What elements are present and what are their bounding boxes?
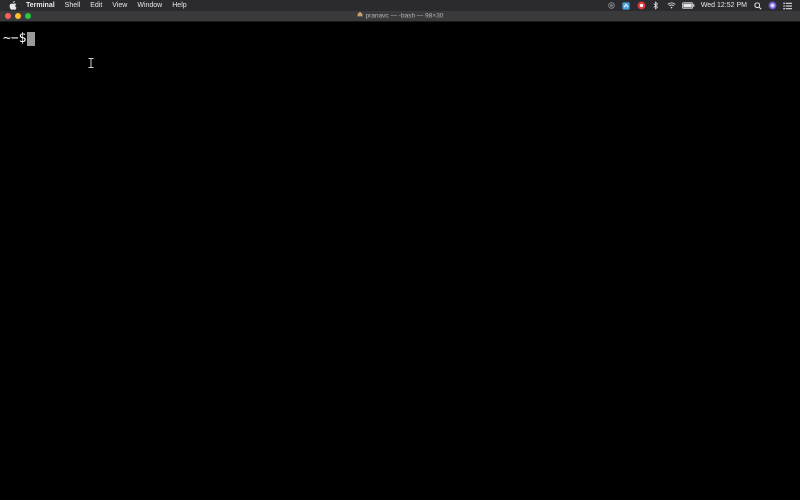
menu-clock[interactable]: Wed 12:52 PM <box>701 2 747 9</box>
maximize-window-button[interactable] <box>25 13 31 19</box>
menu-app-terminal[interactable]: Terminal <box>21 0 60 11</box>
title-bar[interactable]: pranavc — -bash — 98×30 <box>0 11 800 22</box>
menu-edit[interactable]: Edit <box>85 0 107 11</box>
terminal-window: pranavc — -bash — 98×30 ~−$ <box>0 11 800 500</box>
minimize-window-button[interactable] <box>15 13 21 19</box>
window-title: pranavc — -bash — 98×30 <box>0 11 800 22</box>
menu-bar: Terminal Shell Edit View Window Help Wed… <box>0 0 800 11</box>
notification-center-icon[interactable] <box>783 1 792 10</box>
shell-prompt: ~−$ <box>3 31 27 46</box>
menu-help[interactable]: Help <box>167 0 191 11</box>
siri-icon[interactable] <box>768 1 777 10</box>
battery-icon[interactable] <box>681 1 695 10</box>
ibeam-cursor-icon <box>88 55 94 68</box>
window-title-text: pranavc — -bash — 98×30 <box>365 12 444 20</box>
apple-menu-icon[interactable] <box>5 0 21 11</box>
close-window-button[interactable] <box>5 13 11 19</box>
prompt-line: ~−$ <box>3 31 36 47</box>
spotlight-search-icon[interactable] <box>753 1 762 10</box>
bluetooth-icon[interactable] <box>652 1 661 10</box>
menu-shell[interactable]: Shell <box>60 0 86 11</box>
text-cursor <box>27 32 36 46</box>
home-folder-icon <box>357 11 363 21</box>
app-icon[interactable] <box>622 1 631 10</box>
terminal-content[interactable]: ~−$ <box>0 22 800 500</box>
wifi-icon[interactable] <box>667 1 676 10</box>
screen-record-icon[interactable] <box>607 1 616 10</box>
menu-view[interactable]: View <box>107 0 132 11</box>
menu-window[interactable]: Window <box>132 0 167 11</box>
badge-app-icon[interactable] <box>637 1 646 10</box>
